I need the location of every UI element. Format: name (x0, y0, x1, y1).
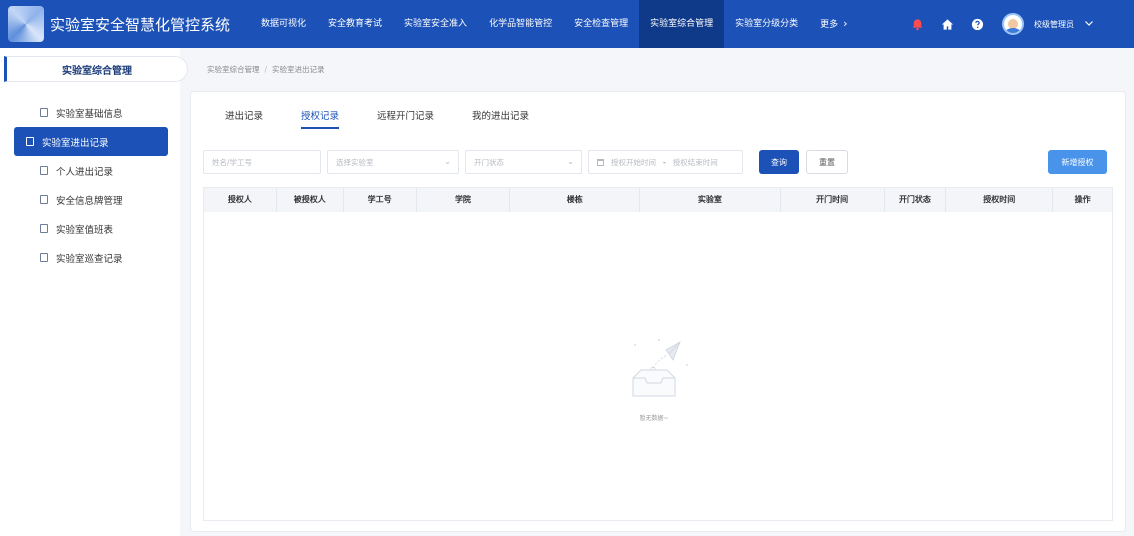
record-tabs: 进出记录 授权记录 远程开门记录 我的进出记录 (225, 108, 567, 129)
sidebar-item-label: 实验室巡查记录 (56, 253, 123, 265)
breadcrumb: 实验室综合管理 / 实验室进出记录 (207, 64, 325, 75)
nav-item-lab-management[interactable]: 实验室综合管理 (639, 0, 725, 48)
nav-item-safety-education-exam[interactable]: 安全教育考试 (317, 0, 393, 48)
breadcrumb-parent[interactable]: 实验室综合管理 (207, 65, 260, 74)
clipboard-icon (40, 253, 48, 262)
sidebar-item-label: 实验室进出记录 (42, 137, 109, 149)
tab-my-access-records[interactable]: 我的进出记录 (472, 108, 529, 129)
column-header: 授权时间 (946, 188, 1054, 212)
name-id-input[interactable]: 姓名/学工号 (203, 150, 321, 174)
app-logo (8, 6, 44, 42)
calendar-icon (597, 158, 604, 166)
filter-bar: 姓名/学工号 选择实验室 ⌄ 开门状态 ⌄ 授权开始时间 - 授权结束时间 查询… (203, 150, 1107, 176)
nav-item-chemical-control[interactable]: 化学品智能管控 (478, 0, 563, 48)
column-header: 楼栋 (510, 188, 641, 212)
chevron-down-icon: ⌄ (567, 157, 574, 166)
document-icon (40, 108, 48, 117)
record-icon (26, 137, 34, 146)
home-icon[interactable] (940, 17, 954, 31)
sidebar-item-personal-access-records[interactable]: 个人进出记录 (14, 156, 168, 185)
top-bar: 实验室安全智慧化管控系统 数据可视化 安全教育考试 实验室安全准入 化学品智能管… (0, 0, 1134, 48)
checklist-icon (40, 224, 48, 233)
column-header: 学工号 (344, 188, 417, 212)
query-button[interactable]: 查询 (759, 150, 799, 174)
sidebar-item-duty-roster[interactable]: 实验室值班表 (14, 214, 168, 243)
chevron-right-icon: › (843, 17, 848, 30)
authorization-table: 授权人 被授权人 学工号 学院 楼栋 实验室 开门时间 开门状态 授权时间 操作 (203, 187, 1113, 521)
empty-inbox-icon (632, 339, 688, 397)
nav-item-more[interactable]: 更多 › (809, 0, 858, 48)
nav-item-lab-classification[interactable]: 实验室分级分类 (724, 0, 809, 48)
user-avatar[interactable] (1002, 13, 1024, 35)
main-panel: 进出记录 授权记录 远程开门记录 我的进出记录 姓名/学工号 选择实验室 ⌄ 开… (190, 91, 1126, 532)
nav-item-safety-inspection[interactable]: 安全检查管理 (563, 0, 639, 48)
user-name[interactable]: 校级管理员 (1034, 19, 1074, 30)
sidebar-menu: 实验室基础信息 实验室进出记录 个人进出记录 安全信息牌管理 实验室值班表 实验… (0, 98, 180, 272)
authorization-date-range[interactable]: 授权开始时间 - 授权结束时间 (588, 150, 743, 174)
breadcrumb-current: 实验室进出记录 (272, 65, 325, 74)
column-header: 授权人 (204, 188, 277, 212)
sidebar-item-label: 实验室值班表 (56, 224, 114, 236)
sidebar-header: 实验室综合管理 (4, 56, 188, 82)
sidebar-item-label: 安全信息牌管理 (56, 195, 123, 207)
lab-select-placeholder: 选择实验室 (336, 157, 374, 167)
chevron-down-icon[interactable] (1084, 18, 1094, 31)
end-date-placeholder: 授权结束时间 (672, 157, 718, 167)
empty-state-text: 暂无数据~ (639, 415, 669, 422)
name-id-placeholder: 姓名/学工号 (212, 157, 253, 167)
column-header: 开门状态 (885, 188, 947, 212)
nav-more-label: 更多 (820, 20, 839, 30)
column-header: 学院 (417, 188, 511, 212)
help-icon[interactable] (970, 17, 984, 31)
reset-button[interactable]: 重置 (806, 150, 848, 174)
tab-access-records[interactable]: 进出记录 (225, 108, 263, 129)
nav-item-lab-safety-access[interactable]: 实验室安全准入 (393, 0, 478, 48)
main-nav: 数据可视化 安全教育考试 实验室安全准入 化学品智能管控 安全检查管理 实验室综… (250, 0, 859, 48)
date-range-separator: - (663, 157, 666, 167)
lab-select[interactable]: 选择实验室 ⌄ (327, 150, 459, 174)
nav-item-data-visualization[interactable]: 数据可视化 (250, 0, 317, 48)
tab-remote-open-records[interactable]: 远程开门记录 (377, 108, 434, 129)
door-status-placeholder: 开门状态 (474, 157, 504, 167)
tab-authorization-records[interactable]: 授权记录 (301, 108, 340, 129)
column-header: 开门时间 (781, 188, 885, 212)
top-actions: 校级管理员 (910, 0, 1094, 48)
app-title: 实验室安全智慧化管控系统 (50, 15, 231, 34)
column-header: 被授权人 (277, 188, 344, 212)
breadcrumb-separator: / (264, 65, 268, 74)
column-header: 实验室 (640, 188, 781, 212)
checklist-icon (40, 166, 48, 175)
card-icon (40, 195, 48, 204)
door-status-select[interactable]: 开门状态 ⌄ (465, 150, 582, 174)
chevron-down-icon: ⌄ (444, 157, 451, 166)
sidebar-item-safety-sign-management[interactable]: 安全信息牌管理 (14, 185, 168, 214)
add-authorization-button[interactable]: 新增授权 (1048, 150, 1107, 174)
sidebar-item-label: 实验室基础信息 (56, 108, 123, 120)
sidebar-item-label: 个人进出记录 (56, 166, 114, 178)
sidebar-item-patrol-records[interactable]: 实验室巡查记录 (14, 243, 168, 272)
start-date-placeholder: 授权开始时间 (611, 157, 656, 167)
sidebar-item-lab-access-records[interactable]: 实验室进出记录 (14, 127, 168, 156)
column-header: 操作 (1074, 195, 1091, 204)
bell-icon[interactable] (910, 17, 924, 31)
sidebar-item-lab-basic-info[interactable]: 实验室基础信息 (14, 98, 168, 127)
table-header: 授权人 被授权人 学工号 学院 楼栋 实验室 开门时间 开门状态 授权时间 操作 (204, 188, 1112, 212)
sidebar: 实验室综合管理 实验室基础信息 实验室进出记录 个人进出记录 安全信息牌管理 实… (0, 48, 188, 536)
empty-state: 暂无数据~ (609, 328, 699, 428)
